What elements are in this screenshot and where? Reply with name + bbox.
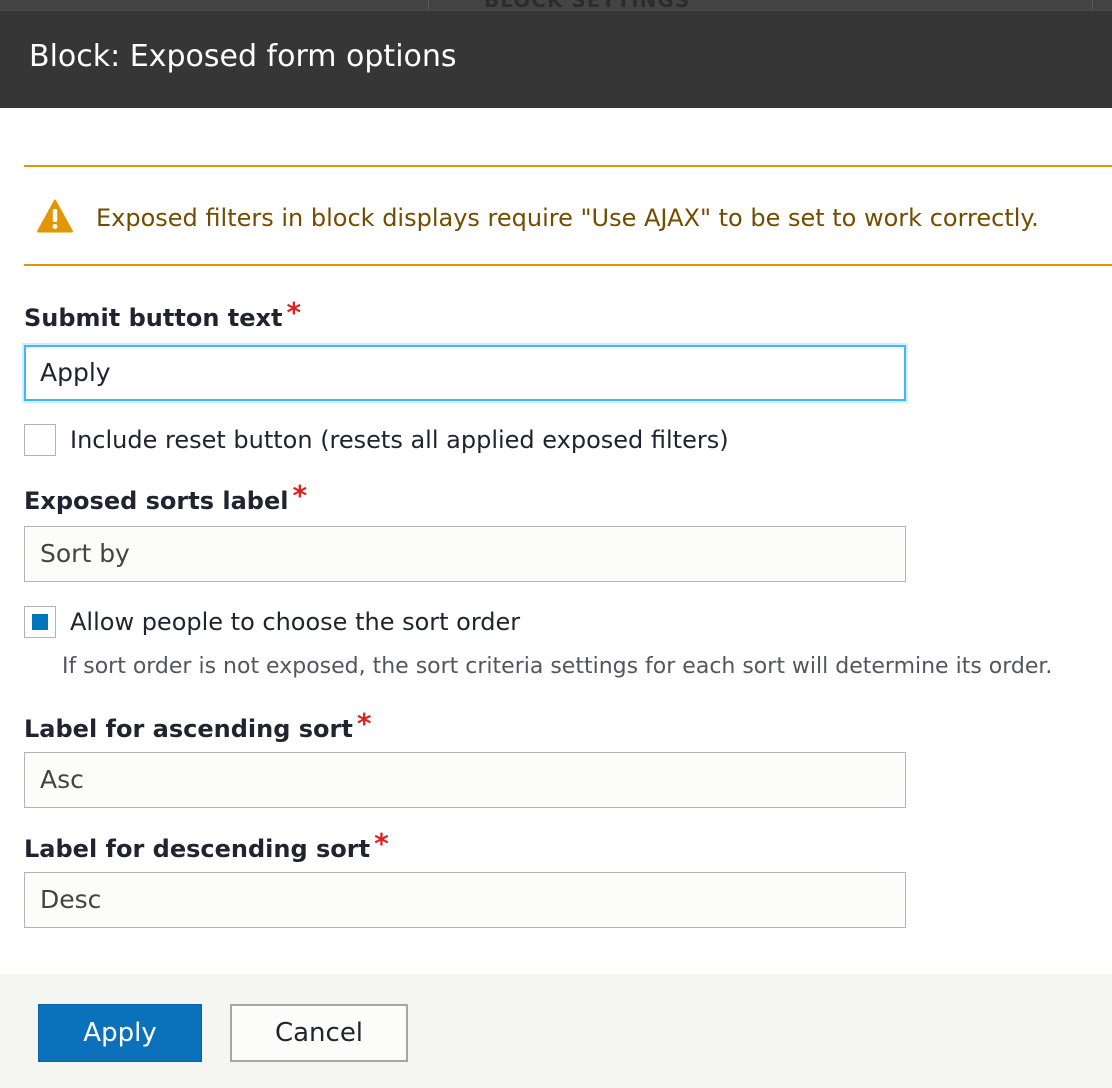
submit-button-text-input[interactable]: Apply (24, 345, 906, 401)
allow-sort-order-checkbox[interactable] (24, 606, 56, 638)
background-page: BLOCK SETTINGS (0, 0, 1112, 10)
include-reset-checkbox[interactable] (24, 424, 56, 456)
submit-button-text-label-text: Submit button text (24, 304, 283, 332)
background-divider (428, 0, 429, 10)
background-divider (1092, 0, 1093, 10)
background-tab-label: BLOCK SETTINGS (484, 0, 690, 10)
cancel-button[interactable]: Cancel (230, 1004, 408, 1062)
allow-sort-order-label[interactable]: Allow people to choose the sort order (70, 607, 520, 637)
required-marker: * (374, 827, 389, 860)
required-marker: * (356, 707, 372, 740)
ascending-sort-label-input[interactable]: Asc (24, 752, 906, 808)
exposed-form-options-dialog: BLOCK SETTINGS Block: Exposed form optio… (0, 0, 1112, 1088)
ascending-sort-label-label: Label for ascending sort * (24, 709, 371, 744)
ascending-sort-label-text: Label for ascending sort (24, 715, 353, 743)
dialog-title: Block: Exposed form options (29, 39, 457, 74)
descending-sort-label-label: Label for descending sort * (24, 829, 389, 864)
exposed-sorts-label-input[interactable]: Sort by (24, 526, 906, 582)
submit-button-text-value: Apply (40, 358, 111, 387)
exposed-sorts-label-value: Sort by (40, 539, 130, 568)
required-marker: * (292, 479, 308, 512)
exposed-sorts-label-text: Exposed sorts label (24, 487, 289, 515)
submit-button-text-label: Submit button text * (24, 298, 301, 333)
apply-button[interactable]: Apply (38, 1004, 202, 1062)
warning-text: Exposed filters in block displays requir… (96, 204, 1039, 232)
warning-message: Exposed filters in block displays requir… (24, 165, 1112, 266)
descending-sort-label-value: Desc (40, 885, 102, 914)
ascending-sort-label-value: Asc (40, 765, 84, 794)
descending-sort-label-input[interactable]: Desc (24, 872, 906, 928)
dialog-titlebar: Block: Exposed form options (0, 10, 1112, 108)
required-marker: * (286, 296, 302, 329)
exposed-sorts-label-label: Exposed sorts label * (24, 481, 307, 516)
warning-icon (37, 199, 73, 233)
allow-sort-order-description: If sort order is not exposed, the sort c… (62, 654, 1053, 679)
dialog-content: Exposed filters in block displays requir… (0, 108, 1112, 974)
descending-sort-label-text: Label for descending sort (24, 835, 371, 863)
include-reset-label[interactable]: Include reset button (resets all applied… (70, 425, 729, 455)
dialog-button-pane: Apply Cancel (0, 974, 1112, 1088)
